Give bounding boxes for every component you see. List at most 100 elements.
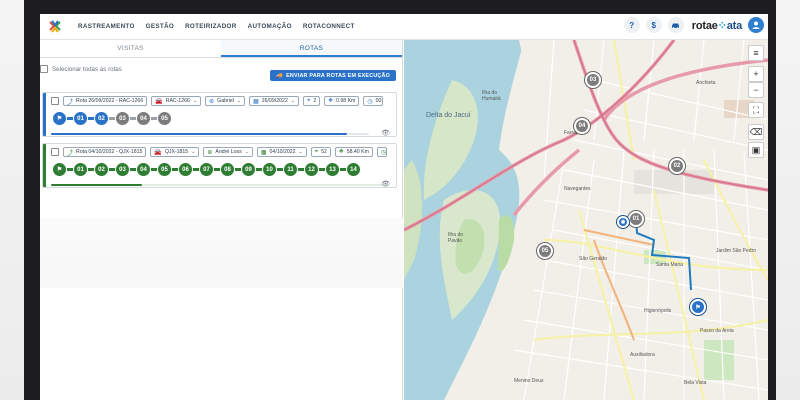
driver-value: Gabriel (217, 98, 234, 104)
map-stop-pin[interactable]: 01 (628, 211, 644, 227)
route-icon: ⤴ (67, 150, 74, 157)
map-stop-pin[interactable]: 04 (574, 118, 590, 134)
map-view[interactable]: Ilha do Humaitá Delta do Jacuí Ilha do P… (404, 40, 768, 400)
route-card[interactable]: ⤴ Rota 26/09/2022 - RAC-1266 🚘 RAC-1266 ⌄ ⊛… (42, 92, 397, 137)
stop-marker[interactable]: 01 (73, 111, 88, 126)
route-start-flag-icon[interactable]: ⚑ (690, 299, 706, 315)
select-all-label: Selecionar todas as rotas (52, 65, 122, 73)
stop-marker[interactable]: 14 (346, 162, 361, 177)
empty-list-area (40, 218, 403, 288)
nav-rotaconnect[interactable]: ROTACONNECT (303, 23, 355, 30)
nav-roteirizador[interactable]: ROTEIRIZADOR (185, 23, 237, 30)
date-value: 26/09/2022 (261, 98, 288, 104)
tab-rotas[interactable]: ROTAS (221, 40, 402, 57)
route-card[interactable]: ⤴ Rota 04/10/2022 - QJX-1815 🚘 QJX-1815 ⌄ ⊛… (42, 143, 397, 188)
driver-select[interactable]: ⊛ Gabriel ⌄ (205, 96, 246, 106)
distance-value: 58.40 Km (346, 149, 369, 155)
logo-icon (49, 19, 61, 33)
time-chip: ◷ 00 (363, 96, 384, 106)
map-label: Santa Maria (656, 262, 683, 268)
car-icon[interactable] (667, 17, 684, 33)
stop-marker[interactable]: 13 (325, 162, 340, 177)
driver-value: André Loss (215, 149, 242, 155)
calendar-icon: ▦ (253, 98, 259, 105)
stop-marker[interactable]: 03 (115, 162, 130, 177)
save-icon[interactable]: ▣ (748, 142, 764, 158)
map-stop-pin[interactable]: 05 (537, 243, 553, 259)
brand-logo: rotae⁘ata (692, 19, 742, 32)
map-label: Delta do Jacuí (426, 112, 471, 119)
stop-marker[interactable]: 10 (262, 162, 277, 177)
send-routes-label: ENVIAR PARA ROTAS EM EXECUÇÃO (286, 72, 390, 79)
stop-marker[interactable]: 05 (157, 162, 172, 177)
stop-marker[interactable]: 03 (115, 111, 130, 126)
main-nav: RASTREAMENTO GESTÃO ROTEIRIZADOR AUTOMAÇ… (78, 23, 366, 30)
route-checkbox[interactable] (51, 148, 59, 156)
eye-icon[interactable]: 👁 (381, 129, 390, 136)
route-checkbox[interactable] (51, 97, 59, 105)
zoom-out-icon[interactable]: − (748, 82, 764, 98)
route-chips: ⤴ Rota 26/09/2022 - RAC-1266 🚘 RAC-1266 ⌄ ⊛… (51, 96, 387, 106)
stop-marker[interactable]: 01 (73, 162, 88, 177)
road-icon: ⛖ (338, 148, 344, 155)
route-stops: ⚑ 01 02 03 04 05 06 07 08 09 10 11 12 13 14 (52, 162, 361, 177)
route-name-chip[interactable]: ⤴ Rota 26/09/2022 - RAC-1266 (63, 96, 148, 106)
steering-wheel-icon: ⊛ (207, 149, 213, 156)
start-flag-icon[interactable]: ⚑ (52, 162, 67, 177)
stop-marker[interactable]: 08 (220, 162, 235, 177)
clock-icon: ◷ (380, 149, 387, 156)
money-icon[interactable]: $ (645, 17, 662, 33)
stops-count-value: 2 (313, 98, 317, 104)
stop-marker[interactable]: 12 (304, 162, 319, 177)
chevron-down-icon: ⌄ (298, 149, 303, 155)
app-logo[interactable] (44, 17, 66, 37)
vehicle-select[interactable]: 🚘 QJX-1815 ⌄ (150, 147, 200, 157)
stop-marker[interactable]: 04 (136, 162, 151, 177)
zoom-in-icon[interactable]: + (748, 66, 764, 82)
chevron-down-icon: ⌄ (290, 98, 295, 104)
route-vehicle-marker-icon[interactable]: ◉ (617, 216, 629, 228)
chevron-down-icon: ⌄ (192, 98, 198, 104)
fullscreen-icon[interactable]: ⛶ (748, 102, 764, 118)
map-stop-pin[interactable]: 03 (585, 72, 601, 88)
stop-marker[interactable]: 02 (94, 162, 109, 177)
eraser-icon[interactable]: ⌫ (748, 124, 764, 140)
user-avatar-icon[interactable] (748, 17, 764, 33)
nav-gestao[interactable]: GESTÃO (146, 23, 174, 30)
stop-marker[interactable]: 07 (199, 162, 214, 177)
eye-icon[interactable]: 👁 (381, 180, 390, 187)
stop-marker[interactable]: 04 (136, 111, 151, 126)
send-routes-button[interactable]: 🚚 ENVIAR PARA ROTAS EM EXECUÇÃO (270, 70, 396, 81)
distance-chip: ⛖ 58.40 Km (334, 147, 373, 157)
stop-marker[interactable]: 02 (94, 111, 109, 126)
layers-icon[interactable]: ≡ (748, 45, 764, 61)
brand-dot-icon: ⁘ (717, 19, 727, 32)
stop-marker[interactable]: 06 (178, 162, 193, 177)
date-select[interactable]: ▦ 04/10/2022 ⌄ (256, 147, 307, 157)
map-label: Bela Vista (684, 380, 707, 386)
route-icon: ⤴ (67, 99, 74, 106)
nav-rastreamento[interactable]: RASTREAMENTO (78, 23, 135, 30)
car-icon: 🚘 (154, 149, 162, 156)
vehicle-select[interactable]: 🚘 RAC-1266 ⌄ (151, 96, 202, 106)
stop-marker[interactable]: 09 (241, 162, 256, 177)
tab-visitas[interactable]: VISITAS (40, 40, 221, 57)
map-label: Auxiliadora (630, 352, 655, 358)
top-right-tools: ? $ rotae⁘ata (623, 17, 764, 33)
stop-marker[interactable]: 05 (157, 111, 172, 126)
chevron-down-icon: ⌄ (191, 149, 196, 155)
driver-select[interactable]: ⊛ André Loss ⌄ (203, 147, 253, 157)
distance-value: 0.98 Km (336, 98, 356, 104)
route-name-chip[interactable]: ⤴ Rota 04/10/2022 - QJX-1815 (63, 147, 147, 157)
calendar-icon: ▦ (260, 149, 267, 156)
select-all-checkbox[interactable] (40, 65, 48, 73)
truck-icon: 🚚 (276, 72, 284, 79)
help-icon[interactable]: ? (623, 17, 640, 33)
route-name: Rota 04/10/2022 - QJX-1815 (76, 149, 143, 155)
map-stop-pin[interactable]: 02 (669, 158, 685, 174)
stop-marker[interactable]: 11 (283, 162, 298, 177)
nav-automacao[interactable]: AUTOMAÇÃO (248, 23, 292, 30)
start-flag-icon[interactable]: ⚑ (52, 111, 67, 126)
date-select[interactable]: ▦ 26/09/2022 ⌄ (249, 96, 299, 106)
route-name: Rota 26/09/2022 - RAC-1266 (76, 98, 144, 104)
